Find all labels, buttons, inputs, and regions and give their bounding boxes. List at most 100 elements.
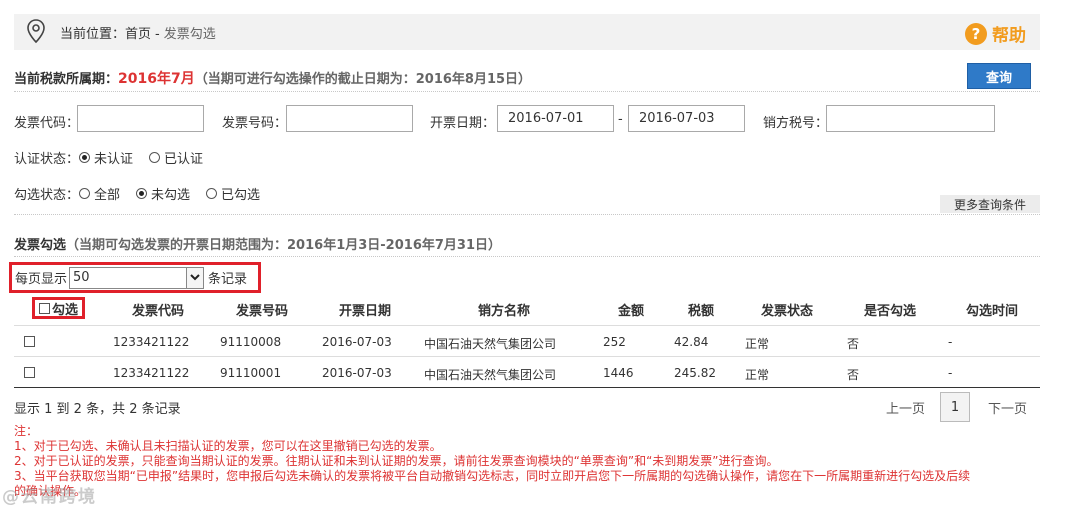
breadcrumb-home-link[interactable]: 首页 (125, 27, 151, 42)
col-header-invoice-code: 发票代码 (132, 304, 185, 319)
record-summary: 显示 1 到 2 条，共 2 条记录 (14, 402, 181, 417)
radio-certified-label: 已认证 (164, 152, 204, 167)
tax-period: 当前税款所属期：2016年7月（当期可进行勾选操作的截止日期为：2016年8月1… (14, 68, 531, 88)
notes-heading: 注： (14, 424, 39, 438)
seller-tax-id-input[interactable] (826, 105, 995, 132)
section-title-text: 发票勾选 (14, 238, 67, 253)
page-number-button[interactable]: 1 (940, 392, 971, 422)
radio-selected-label: 已勾选 (221, 188, 261, 203)
radio-selected-icon (79, 152, 91, 163)
col-header-invoice-date: 开票日期 (339, 304, 392, 319)
cell-invoice-status: 正常 (745, 337, 770, 351)
page-size-suffix: 条记录 (208, 272, 248, 287)
cell-amount: 1446 (603, 366, 634, 380)
divider (14, 91, 1040, 92)
select-all-checkbox[interactable]: 勾选 (32, 297, 85, 319)
col-header-amount: 金额 (618, 304, 645, 319)
cell-amount: 252 (603, 335, 626, 349)
divider (14, 256, 1040, 257)
date-to-input[interactable]: 2016-07-03 (628, 105, 745, 132)
radio-all-label: 全部 (94, 188, 121, 203)
invoice-number-label: 发票号码： (222, 116, 288, 131)
divider (14, 214, 1040, 215)
table-row-divider (14, 356, 1040, 357)
date-range-separator: - (618, 112, 623, 127)
cell-invoice-code: 1233421122 (113, 335, 190, 349)
invoice-number-input[interactable] (286, 105, 413, 132)
prev-page-link[interactable]: 上一页 (886, 398, 925, 417)
note-line: 1、对于已勾选、未确认且未扫描认证的发票，您可以在这里撤销已勾选的发票。 (14, 439, 442, 453)
tax-period-note: （当期可进行勾选操作的截止日期为：2016年8月15日） (194, 72, 532, 87)
date-from-input[interactable]: 2016-07-01 (497, 105, 614, 132)
checkbox-icon (39, 302, 50, 314)
invoice-code-input[interactable] (77, 105, 204, 132)
invoice-code-label: 发票代码： (14, 116, 80, 131)
cell-invoice-number: 91110001 (220, 366, 282, 380)
radio-all[interactable]: 全部 (79, 184, 120, 203)
location-pin-icon (27, 19, 45, 44)
page-size-prefix: 每页显示 (15, 272, 68, 287)
breadcrumb-current: 发票勾选 (163, 26, 216, 42)
cell-tax: 245.82 (674, 366, 716, 380)
radio-not-selected-label: 未勾选 (151, 188, 191, 203)
col-header-invoice-status: 发票状态 (761, 304, 814, 319)
cell-is-selected: 否 (847, 368, 860, 382)
tax-period-value: 2016年7月 (118, 71, 195, 87)
certification-status-group: 认证状态： 未认证 已认证 (14, 148, 219, 167)
col-header-select-time: 勾选时间 (966, 304, 1019, 319)
row-checkbox[interactable] (24, 336, 35, 347)
table-bottom-border (14, 387, 1040, 388)
selection-status-label: 勾选状态： (14, 188, 80, 203)
tax-period-label: 当前税款所属期： (14, 72, 119, 87)
col-header-invoice-number: 发票号码 (236, 304, 289, 319)
cell-invoice-date: 2016-07-03 (322, 335, 392, 349)
note-line: 3、当平台获取您当期“已申报”结果时，您申报后勾选未确认的发票将被平台自动撤销勾… (14, 469, 971, 483)
radio-unselected-icon (206, 188, 218, 199)
radio-certified[interactable]: 已认证 (149, 148, 203, 167)
cell-invoice-status: 正常 (745, 368, 770, 382)
help-label: 帮助 (992, 26, 1026, 46)
radio-not-selected[interactable]: 未勾选 (136, 184, 190, 203)
cell-is-selected: 否 (847, 337, 860, 351)
col-header-seller-name: 销方名称 (478, 304, 531, 319)
selection-status-group: 勾选状态： 全部 未勾选 已勾选 (14, 184, 276, 203)
cell-invoice-number: 91110008 (220, 335, 282, 349)
watermark: @云南跨境 (2, 487, 97, 507)
row-checkbox[interactable] (24, 367, 35, 378)
query-button[interactable]: 查询 (967, 63, 1031, 89)
notes-block: 注： 1、对于已勾选、未确认且未扫描认证的发票，您可以在这里撤销已勾选的发票。 … (14, 424, 1044, 499)
breadcrumb-bar: 当前位置：首页 - 发票勾选 ? 帮助 (14, 14, 1040, 50)
radio-selected[interactable]: 已勾选 (206, 184, 260, 203)
page-size-value: 50 (73, 270, 90, 285)
col-header-tax: 税额 (688, 304, 715, 319)
cell-select-time: - (948, 335, 953, 349)
help-button[interactable]: ? 帮助 (965, 21, 1026, 46)
radio-unselected-icon (79, 188, 91, 199)
cell-invoice-code: 1233421122 (113, 366, 190, 380)
radio-selected-icon (136, 188, 148, 199)
section-title-note: （当期可勾选发票的开票日期范围为：2016年1月3日-2016年7月31日） (66, 238, 502, 253)
col-header-is-selected: 是否勾选 (864, 304, 917, 319)
breadcrumb-separator: - (155, 26, 160, 42)
radio-uncertified-label: 未认证 (94, 152, 134, 167)
page-size-control: 每页显示 50 条记录 (9, 262, 261, 293)
note-line: 2、对于已认证的发票，只能查询当期认证的发票。往期认证和未到认证期的发票，请前往… (14, 454, 779, 468)
pagination: 上一页 1 下一页 (886, 392, 1027, 422)
section-title: 发票勾选（当期可勾选发票的开票日期范围为：2016年1月3日-2016年7月31… (14, 234, 501, 253)
next-page-link[interactable]: 下一页 (988, 398, 1027, 417)
select-all-label: 勾选 (52, 302, 79, 318)
cell-invoice-date: 2016-07-03 (322, 366, 392, 380)
cell-select-time: - (948, 366, 953, 380)
invoice-date-label: 开票日期： (430, 116, 496, 131)
cell-tax: 42.84 (674, 335, 709, 349)
page-size-select[interactable]: 50 (69, 266, 205, 289)
more-conditions-button[interactable]: 更多查询条件 (940, 195, 1040, 213)
table-header-divider (14, 325, 1040, 326)
seller-tax-id-label: 销方税号： (763, 116, 829, 131)
help-icon: ? (965, 22, 987, 45)
radio-uncertified[interactable]: 未认证 (79, 148, 133, 167)
breadcrumb: 当前位置：首页 - 发票勾选 (60, 23, 216, 42)
cell-seller-name: 中国石油天然气集团公司 (424, 368, 557, 382)
radio-unselected-icon (149, 152, 161, 163)
cell-seller-name: 中国石油天然气集团公司 (424, 337, 557, 351)
